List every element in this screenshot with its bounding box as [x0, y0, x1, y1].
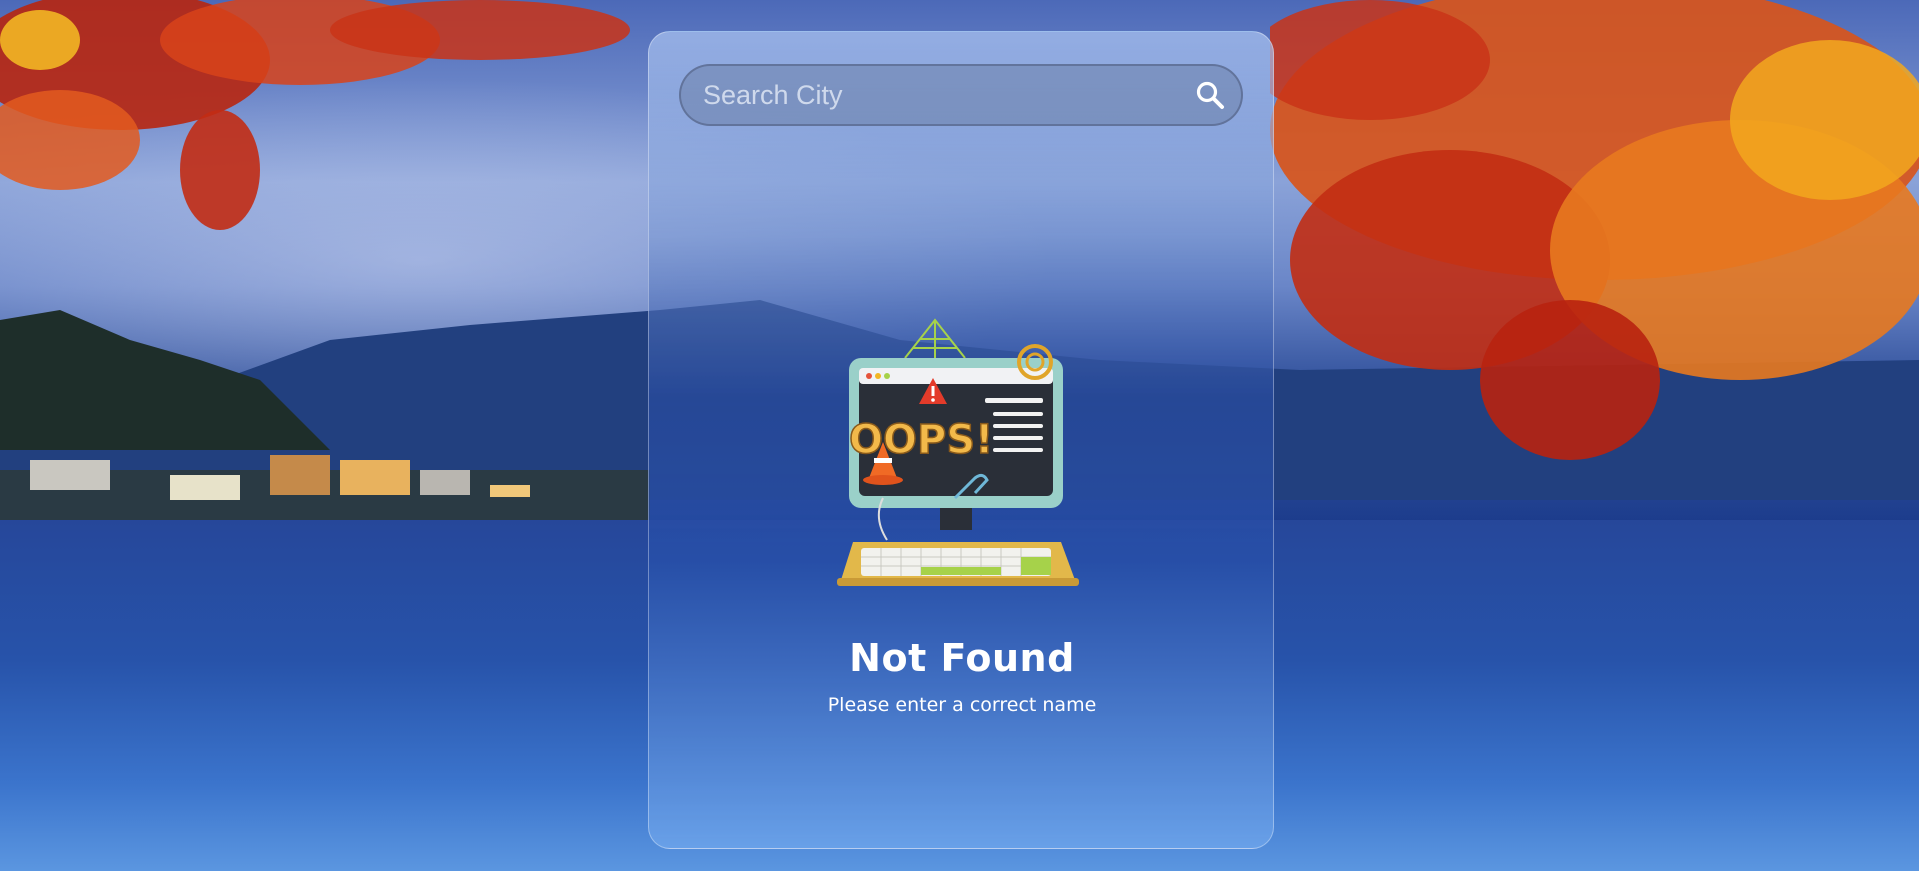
search-city-input[interactable]	[681, 66, 1179, 124]
maple-leaves-left	[0, 0, 630, 230]
lakeside-town	[0, 455, 650, 520]
oops-computer-illustration: OOPS!	[837, 318, 1079, 586]
search-icon	[1196, 81, 1224, 109]
weather-card: OOPS! Not Found Please enter a correc	[648, 31, 1274, 849]
search-button[interactable]	[1179, 66, 1241, 124]
maple-leaves-right	[1270, 0, 1919, 460]
search-box	[679, 64, 1243, 126]
oops-text: OOPS!	[849, 417, 993, 463]
not-found-message: Please enter a correct name	[827, 694, 1097, 716]
not-found-title: Not Found	[849, 636, 1075, 680]
